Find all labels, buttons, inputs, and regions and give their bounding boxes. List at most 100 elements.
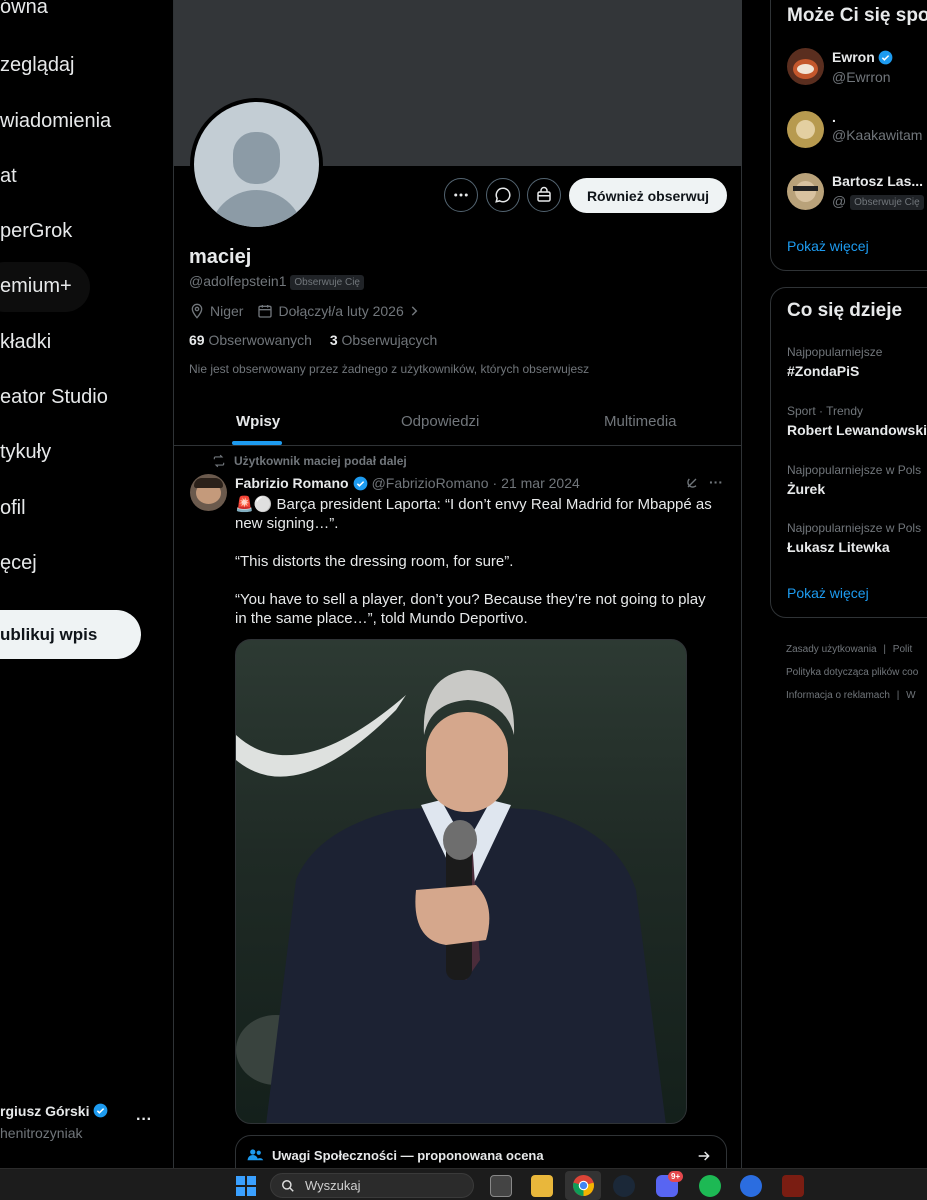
follow-back-button[interactable]: Również obserwuj [569, 178, 727, 213]
follow-back-label: Również obserwuj [586, 187, 710, 204]
more-icon [454, 193, 468, 197]
post-date[interactable]: 21 mar 2024 [501, 475, 580, 491]
post-line-2: “This distorts the dressing room, for su… [235, 553, 514, 570]
user-handle: @Kaakawitam [832, 127, 923, 143]
post-photo[interactable]: Sp [235, 639, 687, 1124]
profile-location: Niger [210, 303, 244, 319]
profile-joined[interactable]: Dołączył/a luty 2026 [278, 303, 403, 319]
post-text: 🚨⚪️ Barça president Laporta: “I don’t en… [235, 495, 715, 628]
trend-item[interactable]: Najpopularniejsze w Pols Żurek [787, 463, 921, 497]
post-button[interactable]: ublikuj wpis [0, 610, 141, 659]
trend-name: Żurek [787, 481, 826, 497]
profile-name: maciej [189, 246, 252, 268]
account-switcher[interactable]: rgiusz Górski henitrozyniak ··· [0, 1103, 160, 1147]
not-followed-note: Nie jest obserwowany przez żadnego z uży… [189, 362, 590, 376]
steam-icon[interactable] [613, 1175, 635, 1197]
windows-taskbar: Wyszukaj 9+ [0, 1168, 927, 1200]
task-view-icon[interactable] [490, 1175, 512, 1197]
post-handle[interactable]: @FabrizioRomano [372, 475, 489, 491]
windows-start-icon[interactable] [236, 1176, 256, 1196]
trend-name: Łukasz Litewka [787, 539, 890, 555]
trend-name: Robert Lewandowski [787, 422, 927, 438]
author-avatar[interactable] [190, 474, 227, 511]
account-name-text: rgiusz Górski [0, 1103, 90, 1119]
footer-cookies[interactable]: Polityka dotycząca plików coo [786, 667, 918, 678]
verified-icon [878, 50, 893, 64]
game-launcher-icon[interactable] [782, 1175, 804, 1197]
tabs-divider [174, 445, 742, 446]
chrome-icon[interactable] [572, 1174, 595, 1197]
nav-item-supergrok[interactable]: perGrok [0, 220, 72, 243]
nav-item-explore[interactable]: zeglądaj [0, 54, 75, 77]
trend-meta: Najpopularniejsze w Pols [787, 463, 922, 477]
account-more-icon[interactable]: ··· [136, 1111, 152, 1129]
chat-bubble-icon [495, 187, 511, 203]
post-more-icon[interactable]: ··· [709, 474, 723, 490]
photo-illustration: Sp [236, 670, 666, 1123]
shop-button[interactable] [527, 178, 561, 212]
post-line-3: “You have to sell a player, don’t you? B… [235, 591, 706, 627]
footer-privacy[interactable]: Polit [893, 644, 912, 655]
nav-item-bookmarks[interactable]: kładki [0, 331, 51, 354]
repost-icon [213, 454, 225, 468]
tab-replies[interactable]: Odpowiedzi [401, 413, 479, 430]
nav-item-creator-studio[interactable]: eator Studio [0, 386, 108, 409]
footer-terms[interactable]: Zasady użytkowania [786, 644, 877, 655]
tab-media[interactable]: Multimedia [604, 413, 677, 430]
account-name: rgiusz Górski [0, 1103, 108, 1119]
nav-item-more[interactable]: ęcej [0, 552, 37, 575]
trend-item[interactable]: Najpopularniejsze w Pols Łukasz Litewka [787, 521, 921, 555]
follows-you-badge: Obserwuje Cię [850, 194, 924, 210]
trends-show-more[interactable]: Pokaż więcej [787, 585, 869, 601]
nav-item-premium[interactable]: emium+ [0, 275, 72, 298]
trend-item[interactable]: Najpopularniejsze #ZondaPiS [787, 345, 882, 379]
gaming-app-icon[interactable] [740, 1175, 762, 1197]
nav-item-articles[interactable]: tykuły [0, 441, 51, 464]
post-button-label: ublikuj wpis [0, 624, 98, 644]
footer-links: Zasady użytkowania | Polit Polityka doty… [786, 644, 919, 701]
user-avatar [787, 48, 824, 85]
community-people-icon [247, 1149, 264, 1161]
taskbar-search[interactable]: Wyszukaj [270, 1173, 474, 1198]
who-to-follow-card: Może Ci się spo Ewron @Ewrron . @Kaakawi… [770, 0, 927, 271]
following-link[interactable]: 69 Obserwowanych [189, 332, 312, 348]
message-button[interactable] [486, 178, 520, 212]
default-avatar-icon [194, 102, 319, 227]
user-avatar [787, 173, 824, 210]
trend-meta: Najpopularniejsze w Pols [787, 521, 922, 535]
nav-item-notifications[interactable]: wiadomienia [0, 110, 111, 133]
footer-more[interactable]: W [906, 690, 915, 701]
verified-icon [93, 1103, 108, 1118]
file-explorer-icon[interactable] [531, 1175, 553, 1197]
user-name: Ewron [832, 49, 875, 65]
more-options-button[interactable] [444, 178, 478, 212]
nav-item-chat[interactable]: at [0, 165, 17, 188]
trends-title: Co się dzieje [787, 300, 903, 321]
trend-meta: Najpopularniejsze [787, 345, 883, 359]
nav-item-home[interactable]: ówna [0, 0, 48, 19]
post-header: Fabrizio Romano @FabrizioRomano · 21 mar… [235, 475, 580, 491]
calendar-icon [258, 305, 273, 318]
who-to-follow-show-more[interactable]: Pokaż więcej [787, 238, 869, 254]
tab-posts[interactable]: Wpisy [236, 413, 280, 430]
profile-avatar[interactable] [190, 98, 323, 231]
trend-item[interactable]: Sport · Trendy Robert Lewandowski [787, 404, 927, 438]
location-pin-icon [191, 303, 203, 319]
profile-handle: @adolfepstein1 [189, 273, 287, 289]
trend-meta: Sport · Trendy [787, 404, 864, 418]
profile-column: Również obserwuj maciej @adolfepstein1 O… [173, 0, 742, 1175]
user-name: . [832, 109, 836, 125]
profile-handle-row: @adolfepstein1 Obserwuje Cię [189, 273, 364, 290]
spotify-icon[interactable] [699, 1175, 721, 1197]
user-name: Bartosz Las... [832, 173, 924, 189]
grok-icon[interactable] [684, 475, 700, 491]
user-handle: @Ewrron [832, 69, 891, 85]
shop-bag-icon [537, 186, 551, 202]
nav-item-profile[interactable]: ofil [0, 497, 26, 520]
followers-link[interactable]: 3 Obserwujących [330, 332, 437, 348]
following-label: Obserwowanych [208, 332, 312, 348]
repost-note: Użytkownik maciej podał dalej [234, 454, 407, 468]
post-author[interactable]: Fabrizio Romano [235, 475, 349, 491]
footer-ads[interactable]: Informacja o reklamach [786, 690, 890, 701]
user-avatar [787, 111, 824, 148]
